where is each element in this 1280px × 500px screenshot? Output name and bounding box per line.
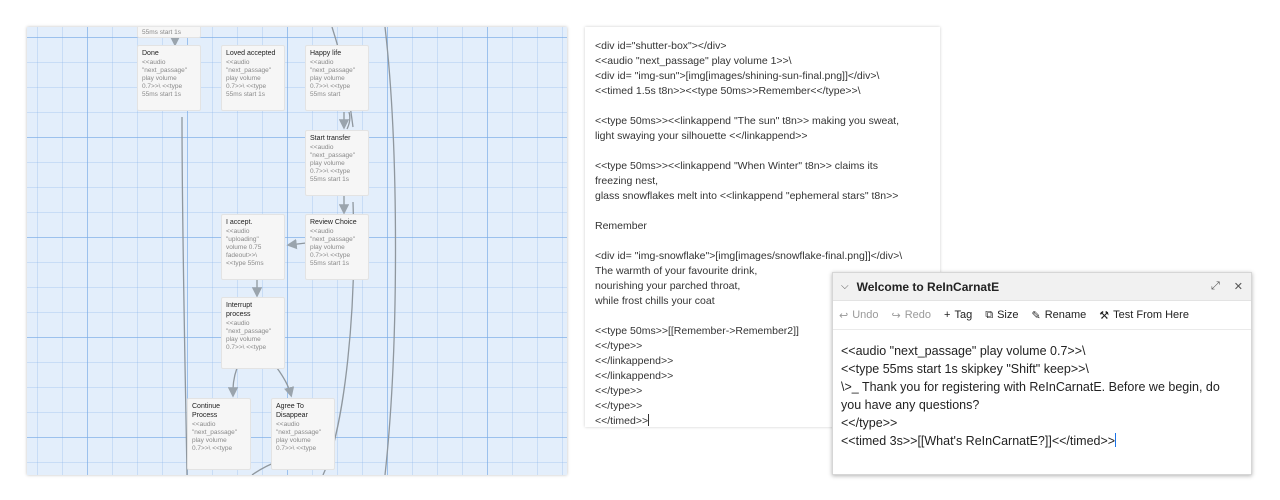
maximize-icon[interactable]: ⤢ — [1211, 280, 1220, 293]
passage-card-done[interactable]: Done <<audio "next_passage" play volume … — [137, 45, 201, 111]
tag-button[interactable]: + Tag — [944, 309, 972, 321]
passage-card-happy-life[interactable]: Happy life <<audio "next_passage" play v… — [305, 45, 369, 111]
dialog-header[interactable]: ⌵ Welcome to ReInCarnatE ⤢ ✕ — [833, 273, 1251, 301]
passage-card-loved-accepted[interactable]: Loved accepted <<audio "next_passage" pl… — [221, 45, 285, 111]
rename-icon: ✎ — [1031, 309, 1041, 322]
passage-editor-text[interactable]: <<audio "next_passage" play volume 0.7>>… — [841, 344, 1223, 448]
size-icon: ⧉ — [985, 308, 994, 321]
passage-edit-dialog: ⌵ Welcome to ReInCarnatE ⤢ ✕ ↩ Undo ↪ Redo… — [832, 272, 1252, 475]
passage-card-agree-to-disappear[interactable]: Agree To Disappear <<audio "next_passage… — [271, 398, 335, 470]
size-button[interactable]: ⧉ Size — [985, 309, 1018, 322]
passage-editor[interactable]: <<audio "next_passage" play volume 0.7>>… — [833, 330, 1251, 462]
passage-card[interactable]: 55ms start 1s — [137, 27, 201, 38]
text-caret — [648, 414, 650, 426]
collapse-chevron-icon[interactable]: ⌵ — [841, 281, 849, 292]
rename-button[interactable]: ✎ Rename — [1031, 309, 1086, 322]
plus-icon: + — [944, 309, 951, 321]
passage-card-review-choice[interactable]: Review Choice <<audio "next_passage" pla… — [305, 214, 369, 280]
redo-button[interactable]: ↪ Redo — [892, 309, 932, 322]
story-map[interactable]: 55ms start 1s Done <<audio "next_passage… — [27, 27, 567, 475]
passage-card-start-transfer[interactable]: Start transfer <<audio "next_passage" pl… — [305, 130, 369, 196]
close-icon[interactable]: ✕ — [1234, 280, 1243, 293]
editor-caret — [1115, 433, 1117, 447]
redo-icon: ↪ — [891, 309, 901, 322]
dialog-toolbar: ↩ Undo ↪ Redo + Tag ⧉ Size ✎ Rename ⚒ Test Fro… — [833, 301, 1251, 330]
passage-card-continue-process[interactable]: Continue Process <<audio "next_passage" … — [187, 398, 251, 470]
undo-icon: ↩ — [839, 309, 849, 322]
dialog-title: Welcome to ReInCarnatE — [856, 279, 1000, 294]
undo-button[interactable]: ↩ Undo — [839, 309, 879, 322]
passage-card-i-accept[interactable]: I accept. <<audio "uploading" volume 0.7… — [221, 214, 285, 280]
test-from-here-button[interactable]: ⚒ Test From Here — [1099, 309, 1189, 322]
wrench-icon: ⚒ — [1099, 309, 1110, 322]
passage-card-interrupt-process[interactable]: Interrupt process <<audio "next_passage"… — [221, 297, 285, 369]
